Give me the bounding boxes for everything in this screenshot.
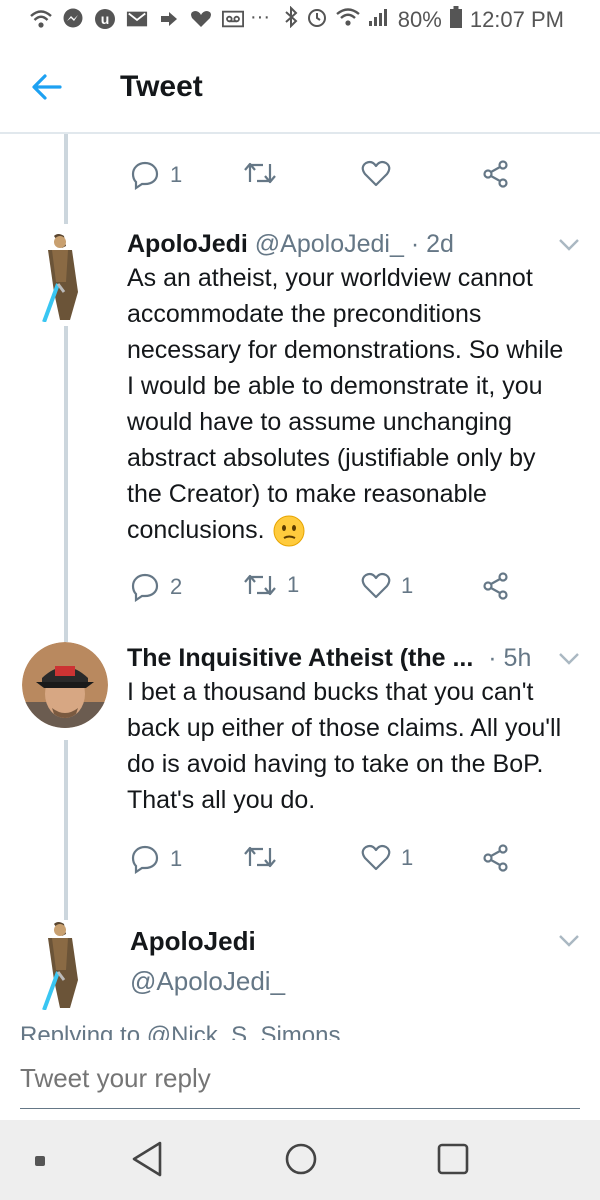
reply-button[interactable]: 2 [130, 572, 182, 602]
battery-percent: 80% [397, 7, 442, 32]
reply-button[interactable]: 1 [130, 160, 182, 190]
back-nav-button[interactable] [130, 1140, 164, 1183]
tweet-text: I bet a thousand bucks that you can't ba… [127, 678, 562, 814]
reply-count: 1 [170, 846, 183, 871]
svg-text:u: u [101, 11, 110, 27]
retweet-icon [244, 162, 276, 184]
share-icon [483, 160, 508, 188]
reply-icon [131, 161, 159, 190]
author-name[interactable]: ApoloJedi [130, 926, 256, 957]
bolt-icon [158, 8, 180, 30]
triangle-back-icon [132, 1141, 162, 1177]
author-name[interactable]: The Inquisitive Atheist (the ... [127, 644, 473, 672]
tweet-actions: 1 1 [130, 844, 590, 884]
retweet-button[interactable] [243, 160, 287, 186]
dot-icon [35, 1156, 45, 1166]
author-handle[interactable]: @ApoloJedi_ [255, 230, 404, 258]
thread-line [64, 740, 68, 920]
like-count: 1 [401, 845, 414, 870]
overflow-icon: ··· [250, 6, 270, 28]
tweet-text: As an atheist, your worldview cannot acc… [127, 264, 564, 544]
heart-outline-icon [361, 844, 391, 871]
avatar[interactable] [22, 232, 108, 323]
avatar[interactable] [22, 920, 108, 1011]
heart-outline-icon [361, 572, 391, 599]
retweet-button[interactable]: 1 [243, 572, 299, 598]
retweet-icon [244, 846, 276, 868]
notification-icons: u [30, 8, 244, 30]
circle-home-icon [285, 1143, 317, 1175]
chevron-down-icon[interactable] [558, 238, 580, 252]
overview-button[interactable] [436, 1140, 470, 1183]
battery-icon [449, 6, 462, 34]
share-button[interactable] [482, 844, 510, 872]
gmail-icon [126, 8, 148, 30]
replying-to: Replying to @Nick_S_Simons [20, 1022, 341, 1040]
timestamp: · 2d [410, 230, 454, 258]
app-icon: u [94, 8, 116, 30]
page-title: Tweet [120, 70, 203, 103]
share-button[interactable] [482, 572, 510, 600]
confused-face-emoji-icon [272, 514, 306, 548]
voicemail-icon [222, 8, 244, 30]
retweet-icon [244, 574, 276, 596]
reply-count: 1 [170, 162, 183, 187]
thread-line [64, 326, 68, 642]
wifi-icon [30, 8, 52, 30]
home-button[interactable] [284, 1140, 318, 1183]
reply-button[interactable]: 1 [130, 844, 182, 874]
avatar[interactable] [22, 642, 108, 728]
signal-icon [368, 7, 390, 33]
square-overview-icon [437, 1143, 469, 1175]
messenger-icon [62, 8, 84, 30]
wifi-signal-icon [336, 7, 360, 33]
reply-count: 2 [170, 574, 183, 599]
share-icon [483, 844, 508, 872]
like-button[interactable]: 1 [361, 572, 413, 600]
retweet-count: 1 [287, 572, 300, 597]
recents-button[interactable] [34, 1154, 46, 1172]
back-button[interactable] [30, 70, 64, 104]
clock: 12:07 PM [469, 7, 564, 32]
arrow-left-icon [32, 74, 62, 100]
reply-icon [131, 845, 159, 874]
like-button[interactable] [361, 160, 401, 188]
status-bar: u ··· 80% 12:07 PM [0, 0, 600, 40]
heart-icon [190, 8, 212, 30]
author-handle[interactable]: @ApoloJedi_ [130, 966, 285, 997]
like-button[interactable]: 1 [361, 844, 413, 872]
like-count: 1 [401, 573, 414, 598]
chevron-down-icon[interactable] [558, 652, 580, 666]
app-bar: Tweet [0, 40, 600, 134]
heart-outline-icon [361, 160, 391, 187]
chevron-down-icon[interactable] [558, 934, 580, 948]
bluetooth-icon [284, 5, 298, 34]
timestamp: · 5h [488, 644, 532, 672]
reply-icon [131, 573, 159, 602]
navigation-bar [0, 1120, 600, 1200]
retweet-button[interactable] [243, 844, 287, 870]
alarm-icon [306, 6, 328, 34]
tweet-actions: 1 [130, 160, 590, 200]
share-icon [483, 572, 508, 600]
tweet-actions: 2 1 1 [130, 572, 590, 612]
reply-input[interactable] [20, 1048, 580, 1109]
author-name[interactable]: ApoloJedi [127, 230, 248, 258]
thread-line [64, 134, 68, 224]
share-button[interactable] [482, 160, 510, 188]
